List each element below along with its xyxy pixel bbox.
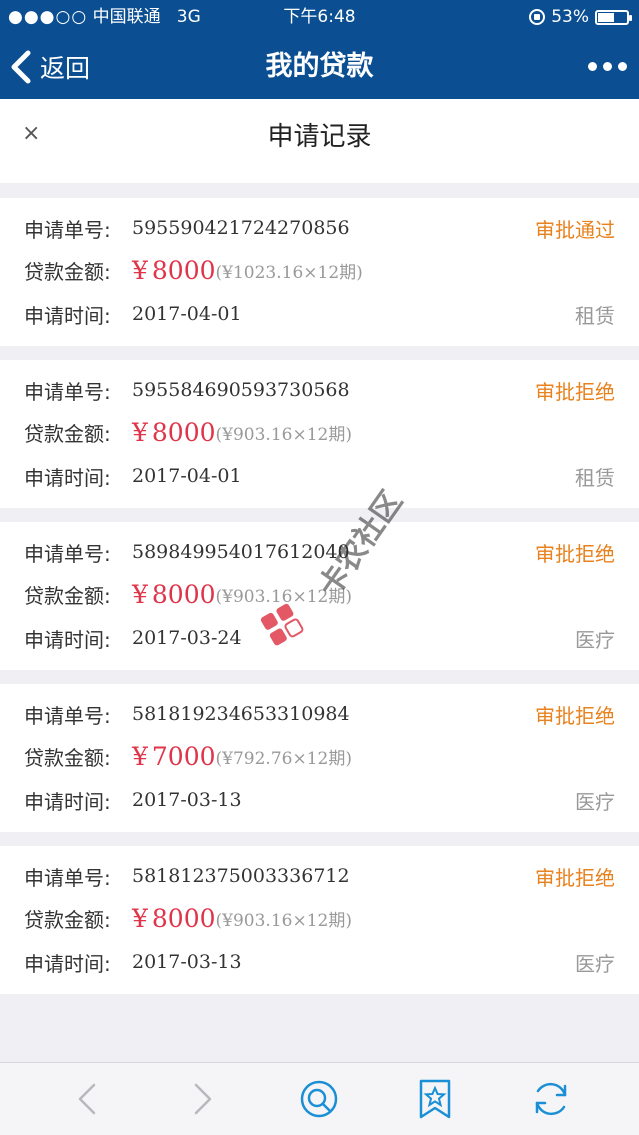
loan-category: 租赁: [575, 465, 615, 490]
amount-label: 贷款金额:: [24, 745, 111, 770]
amount-row: 贷款金额: ¥8000 (¥903.16×12期): [24, 898, 615, 938]
order-row: 申请单号: 589849954017612040 审批拒绝: [24, 532, 615, 572]
amount-label: 贷款金额:: [24, 421, 111, 446]
more-dot-icon: [588, 62, 597, 71]
installment-term: (¥792.76×12期): [215, 748, 352, 769]
loan-amount: ¥8000: [132, 580, 216, 609]
loan-record-card[interactable]: 申请单号: 589849954017612040 审批拒绝 贷款金额: ¥800…: [0, 522, 639, 670]
forward-arrow-icon[interactable]: [180, 1077, 224, 1121]
time-label: 申请时间:: [24, 627, 111, 652]
amount-label: 贷款金额:: [24, 907, 111, 932]
time-row: 申请时间: 2017-04-01 租赁: [24, 456, 615, 496]
loan-amount: ¥8000: [132, 418, 216, 447]
order-no-label: 申请单号:: [24, 703, 111, 728]
nav-bar: 返回 我的贷款: [0, 34, 639, 99]
battery-percent: 53%: [551, 7, 589, 27]
approval-status: 审批通过: [535, 217, 615, 242]
amount-row: 贷款金额: ¥8000 (¥1023.16×12期): [24, 250, 615, 290]
application-date: 2017-03-24: [132, 627, 242, 649]
amount-value: 7000: [151, 741, 216, 771]
installment-term: (¥1023.16×12期): [215, 262, 363, 283]
currency-symbol: ¥: [132, 579, 148, 609]
approval-status: 审批拒绝: [535, 541, 615, 566]
status-bar: ●●●○○ 中国联通 3G 下午6:48 53%: [0, 0, 639, 34]
bookmark-star-icon[interactable]: [413, 1077, 457, 1121]
currency-symbol: ¥: [132, 417, 148, 447]
approval-status: 审批拒绝: [535, 865, 615, 890]
loan-record-list: 申请单号: 595590421724270856 审批通过 贷款金额: ¥800…: [0, 198, 639, 1008]
time-row: 申请时间: 2017-03-13 医疗: [24, 780, 615, 820]
order-row: 申请单号: 595590421724270856 审批通过: [24, 208, 615, 248]
amount-label: 贷款金额:: [24, 583, 111, 608]
amount-value: 8000: [151, 579, 216, 609]
loan-amount: ¥7000: [132, 742, 216, 771]
amount-row: 贷款金额: ¥8000 (¥903.16×12期): [24, 412, 615, 452]
application-date: 2017-03-13: [132, 789, 242, 811]
loan-record-card[interactable]: 申请单号: 595584690593730568 审批拒绝 贷款金额: ¥800…: [0, 360, 639, 508]
battery-icon: [595, 9, 632, 25]
sheet-title: 申请记录: [267, 122, 372, 152]
time-label: 申请时间:: [24, 789, 111, 814]
order-row: 申请单号: 595584690593730568 审批拒绝: [24, 370, 615, 410]
application-date: 2017-03-13: [132, 951, 242, 973]
currency-symbol: ¥: [132, 903, 148, 933]
application-date: 2017-04-01: [132, 465, 242, 487]
amount-row: 贷款金额: ¥8000 (¥903.16×12期): [24, 574, 615, 614]
time-row: 申请时间: 2017-04-01 租赁: [24, 294, 615, 334]
installment-term: (¥903.16×12期): [215, 910, 352, 931]
order-no-value: 581819234653310984: [132, 703, 350, 725]
loan-amount: ¥8000: [132, 256, 216, 285]
more-menu-button[interactable]: [588, 34, 627, 99]
loan-record-card[interactable]: 申请单号: 581819234653310984 审批拒绝 贷款金额: ¥700…: [0, 684, 639, 832]
loan-category: 医疗: [575, 789, 615, 814]
order-no-label: 申请单号:: [24, 865, 111, 890]
time-label: 申请时间:: [24, 303, 111, 328]
time-label: 申请时间:: [24, 465, 111, 490]
currency-symbol: ¥: [132, 741, 148, 771]
order-no-value: 595590421724270856: [132, 217, 350, 239]
more-dot-icon: [618, 62, 627, 71]
top-bar: ●●●○○ 中国联通 3G 下午6:48 53% 返回 我的贷款: [0, 0, 639, 99]
loan-record-card[interactable]: 申请单号: 595590421724270856 审批通过 贷款金额: ¥800…: [0, 198, 639, 346]
status-right: 53%: [529, 0, 632, 34]
amount-value: 8000: [151, 255, 216, 285]
rotation-lock-icon: [529, 9, 546, 25]
amount-row: 贷款金额: ¥7000 (¥792.76×12期): [24, 736, 615, 776]
loan-record-card[interactable]: 申请单号: 581812375003336712 审批拒绝 贷款金额: ¥800…: [0, 846, 639, 994]
refresh-icon[interactable]: [529, 1077, 573, 1121]
application-date: 2017-04-01: [132, 303, 242, 325]
loan-category: 医疗: [575, 627, 615, 652]
currency-symbol: ¥: [132, 255, 148, 285]
back-arrow-icon[interactable]: [66, 1077, 110, 1121]
order-row: 申请单号: 581812375003336712 审批拒绝: [24, 856, 615, 896]
order-no-value: 589849954017612040: [132, 541, 350, 563]
loan-category: 医疗: [575, 951, 615, 976]
order-no-value: 581812375003336712: [132, 865, 350, 887]
amount-label: 贷款金额:: [24, 259, 111, 284]
installment-term: (¥903.16×12期): [215, 424, 352, 445]
loan-amount: ¥8000: [132, 904, 216, 933]
amount-value: 8000: [151, 903, 216, 933]
time-row: 申请时间: 2017-03-13 医疗: [24, 942, 615, 982]
order-no-label: 申请单号:: [24, 217, 111, 242]
browser-toolbar: [0, 1062, 639, 1135]
order-no-label: 申请单号:: [24, 379, 111, 404]
approval-status: 审批拒绝: [535, 703, 615, 728]
order-no-label: 申请单号:: [24, 541, 111, 566]
approval-status: 审批拒绝: [535, 379, 615, 404]
sheet-header: × 申请记录: [0, 99, 639, 183]
order-no-value: 595584690593730568: [132, 379, 350, 401]
more-dot-icon: [603, 62, 612, 71]
search-icon[interactable]: [297, 1077, 341, 1121]
installment-term: (¥903.16×12期): [215, 586, 352, 607]
time-label: 申请时间:: [24, 951, 111, 976]
time-row: 申请时间: 2017-03-24 医疗: [24, 618, 615, 658]
amount-value: 8000: [151, 417, 216, 447]
order-row: 申请单号: 581819234653310984 审批拒绝: [24, 694, 615, 734]
page-title: 我的贷款: [265, 51, 374, 82]
loan-category: 租赁: [575, 303, 615, 328]
